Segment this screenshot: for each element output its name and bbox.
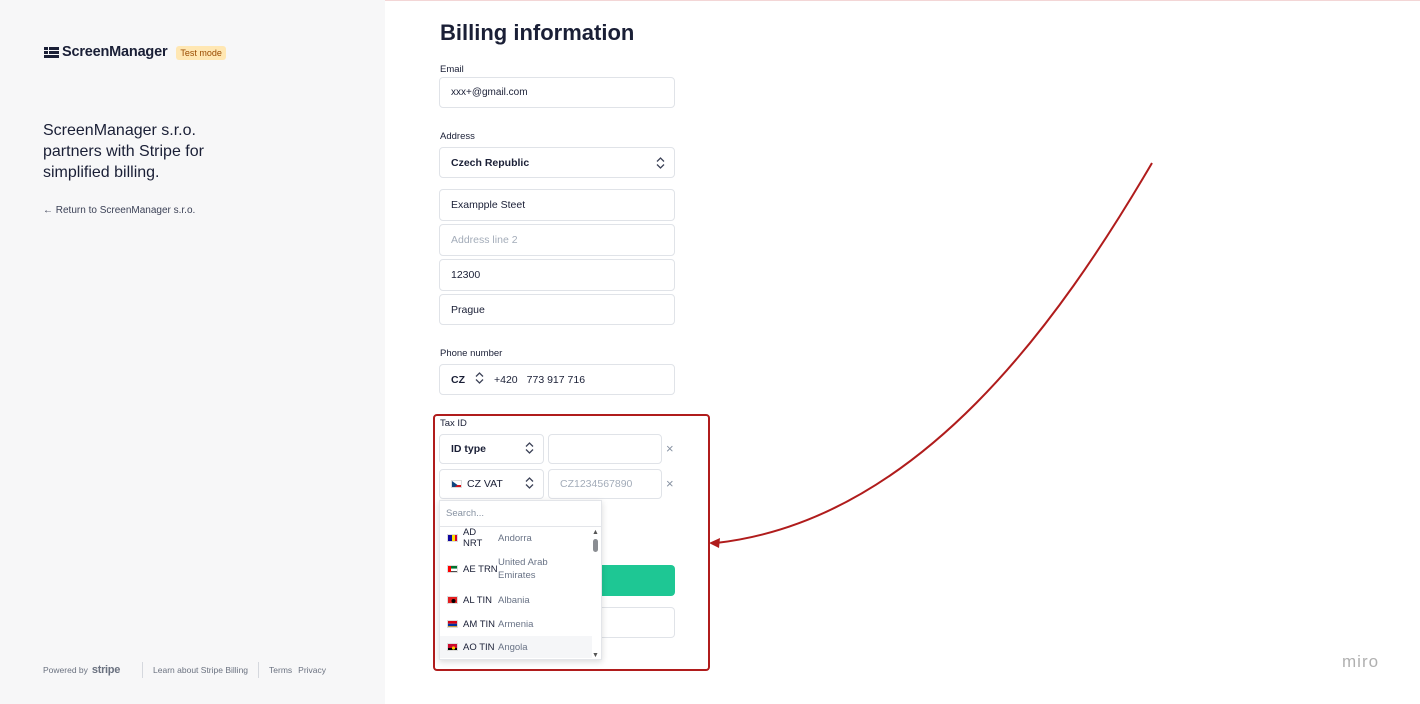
- annotation-arrow: [709, 162, 1153, 548]
- miro-watermark: miro: [1342, 652, 1380, 671]
